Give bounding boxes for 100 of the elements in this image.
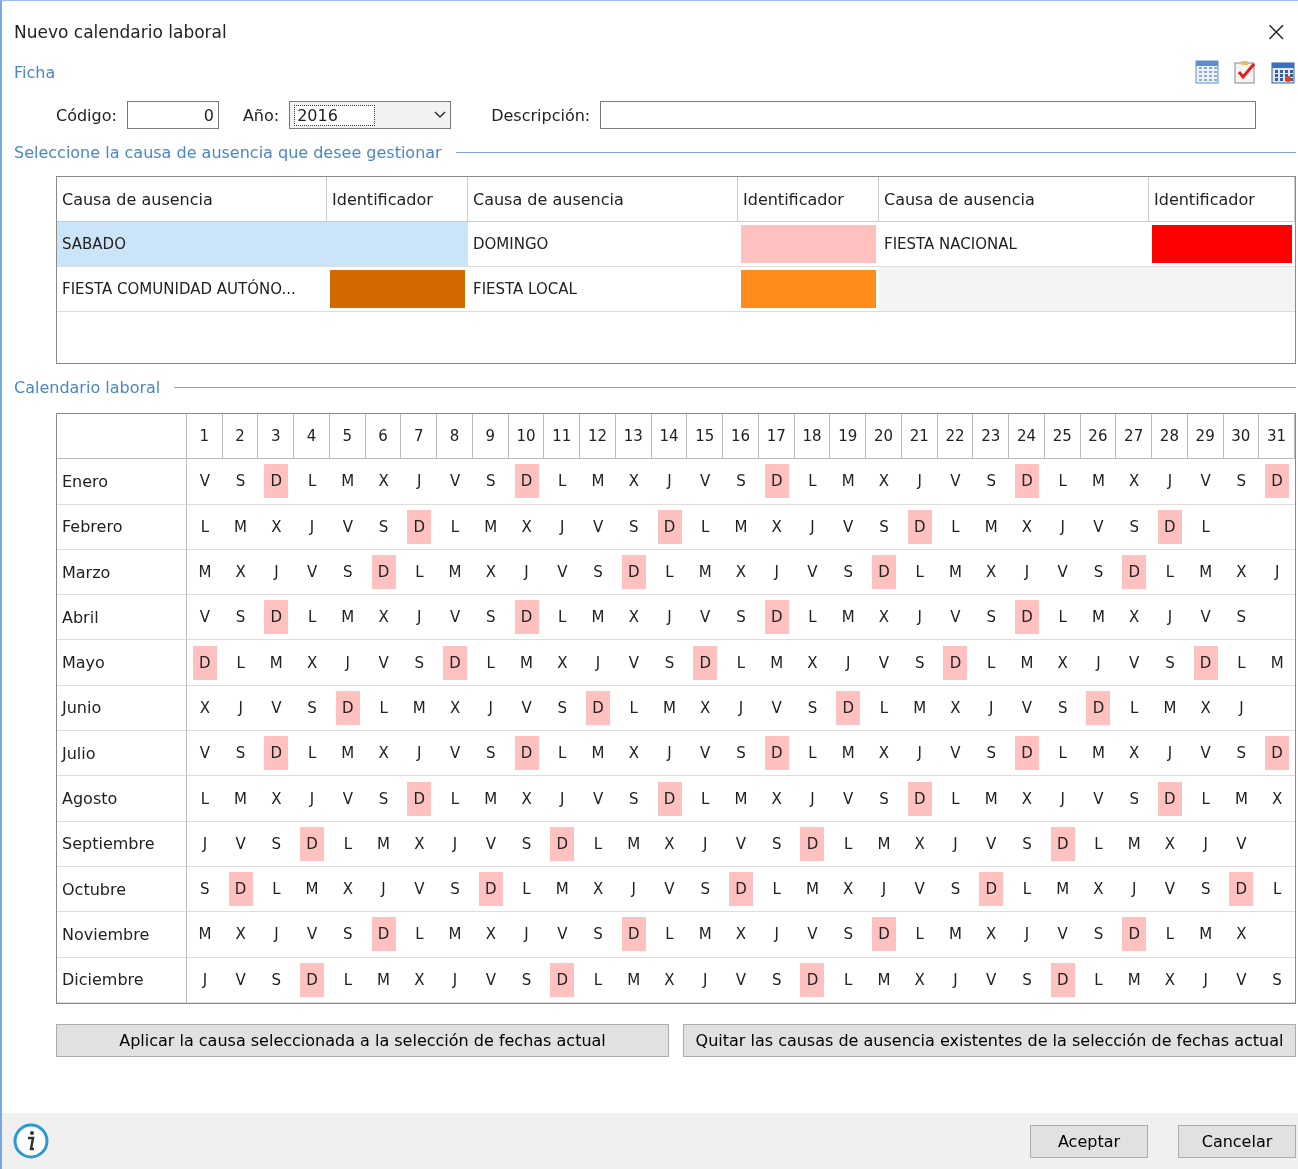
day-cell[interactable]: X — [1193, 690, 1218, 725]
day-cell[interactable]: V — [871, 645, 896, 680]
day-cell[interactable]: L — [443, 781, 468, 816]
day-cell[interactable]: J — [514, 917, 539, 952]
day-cell[interactable]: V — [943, 600, 968, 635]
day-cell[interactable]: S — [836, 555, 861, 590]
day-cell[interactable]: V — [192, 736, 217, 771]
day-cell[interactable]: L — [693, 781, 718, 816]
day-cell[interactable]: S — [1265, 962, 1290, 997]
day-cell[interactable]: V — [1193, 736, 1218, 771]
day-cell[interactable]: V — [800, 555, 825, 590]
day-cell[interactable]: V — [729, 962, 753, 997]
day-cell[interactable]: V — [943, 736, 968, 771]
day-cell[interactable]: X — [264, 781, 289, 816]
day-cell[interactable]: S — [621, 781, 646, 816]
day-cell[interactable]: D — [371, 917, 396, 952]
day-cell[interactable]: L — [335, 826, 360, 861]
day-cell[interactable]: M — [729, 781, 753, 816]
day-cell[interactable]: J — [979, 690, 1004, 725]
checklist-icon[interactable] — [1232, 59, 1258, 85]
day-cell[interactable]: V — [443, 736, 468, 771]
day-cell[interactable]: V — [1193, 464, 1218, 499]
day-cell[interactable]: L — [407, 555, 432, 590]
day-cell[interactable]: S — [907, 645, 932, 680]
day-cell[interactable]: X — [1229, 555, 1254, 590]
day-cell[interactable]: M — [907, 690, 932, 725]
day-cell[interactable]: J — [1014, 555, 1039, 590]
day-cell[interactable]: V — [1157, 872, 1182, 907]
day-cell[interactable]: V — [1050, 555, 1075, 590]
day-cell[interactable]: X — [871, 464, 896, 499]
day-cell[interactable]: X — [514, 781, 539, 816]
day-cell[interactable]: X — [729, 917, 753, 952]
day-cell[interactable]: S — [228, 736, 253, 771]
day-cell[interactable]: L — [478, 645, 503, 680]
day-cell[interactable]: S — [764, 962, 789, 997]
day-cell[interactable]: M — [693, 917, 718, 952]
day-cell[interactable]: V — [1086, 781, 1111, 816]
day-cell[interactable]: D — [800, 962, 825, 997]
day-cell[interactable]: J — [192, 962, 217, 997]
day-cell[interactable]: D — [514, 736, 539, 771]
day-cell[interactable]: S — [1229, 464, 1254, 499]
day-cell[interactable]: D — [764, 600, 789, 635]
day-cell[interactable]: J — [657, 600, 682, 635]
day-cell[interactable]: X — [764, 781, 789, 816]
day-cell[interactable]: L — [836, 962, 861, 997]
day-cell[interactable]: D — [300, 826, 325, 861]
dialog-button[interactable]: Aceptar — [1030, 1124, 1148, 1158]
day-cell[interactable]: D — [514, 600, 539, 635]
day-cell[interactable]: D — [1086, 690, 1111, 725]
day-cell[interactable]: M — [729, 509, 753, 544]
day-cell[interactable]: S — [871, 781, 896, 816]
day-cell[interactable]: L — [979, 645, 1004, 680]
day-cell[interactable]: D — [800, 826, 825, 861]
day-cell[interactable]: X — [621, 600, 646, 635]
day-cell[interactable]: S — [1050, 690, 1075, 725]
day-cell[interactable]: L — [550, 464, 575, 499]
action-button[interactable]: Aplicar la causa seleccionada a la selección de fechas actual — [56, 1023, 669, 1057]
day-cell[interactable]: J — [657, 736, 682, 771]
day-cell[interactable]: M — [478, 781, 503, 816]
day-cell[interactable]: S — [264, 962, 289, 997]
day-cell[interactable]: S — [228, 464, 253, 499]
day-cell[interactable]: D — [1157, 781, 1182, 816]
day-cell[interactable]: V — [764, 690, 789, 725]
day-cell[interactable]: V — [621, 645, 646, 680]
day-cell[interactable]: L — [1193, 509, 1218, 544]
cause-name[interactable]: SABADO — [57, 222, 327, 267]
day-cell[interactable]: J — [1193, 962, 1218, 997]
calendar-icon[interactable] — [1194, 59, 1220, 85]
day-cell[interactable]: L — [729, 645, 753, 680]
day-cell[interactable]: X — [264, 509, 289, 544]
day-cell[interactable]: S — [1122, 509, 1147, 544]
day-cell[interactable]: D — [1157, 509, 1182, 544]
day-cell[interactable]: M — [586, 736, 610, 771]
day-cell[interactable]: X — [407, 826, 432, 861]
day-cell[interactable]: J — [407, 600, 432, 635]
day-cell[interactable]: V — [1229, 826, 1254, 861]
day-cell[interactable]: S — [729, 464, 753, 499]
day-cell[interactable]: D — [407, 509, 432, 544]
day-cell[interactable]: S — [729, 600, 753, 635]
day-cell[interactable]: D — [836, 690, 861, 725]
day-cell[interactable]: D — [443, 645, 468, 680]
day-cell[interactable]: S — [478, 464, 503, 499]
day-cell[interactable]: X — [729, 555, 753, 590]
day-cell[interactable]: X — [1014, 509, 1039, 544]
day-cell[interactable]: V — [300, 917, 325, 952]
day-cell[interactable]: X — [871, 600, 896, 635]
day-cell[interactable]: D — [264, 736, 289, 771]
day-cell[interactable]: S — [407, 645, 432, 680]
day-cell[interactable]: D — [1014, 600, 1039, 635]
day-cell[interactable]: J — [1157, 600, 1182, 635]
day-cell[interactable]: X — [621, 464, 646, 499]
day-cell[interactable]: D — [1050, 826, 1075, 861]
day-cell[interactable]: D — [764, 464, 789, 499]
day-cell[interactable]: L — [550, 600, 575, 635]
action-button[interactable]: Quitar las causas de ausencia existentes de la selección de fechas actual — [683, 1023, 1296, 1057]
day-cell[interactable]: D — [264, 600, 289, 635]
day-cell[interactable]: X — [514, 509, 539, 544]
day-cell[interactable]: V — [586, 781, 610, 816]
day-cell[interactable]: V — [443, 464, 468, 499]
day-cell[interactable]: V — [693, 600, 718, 635]
